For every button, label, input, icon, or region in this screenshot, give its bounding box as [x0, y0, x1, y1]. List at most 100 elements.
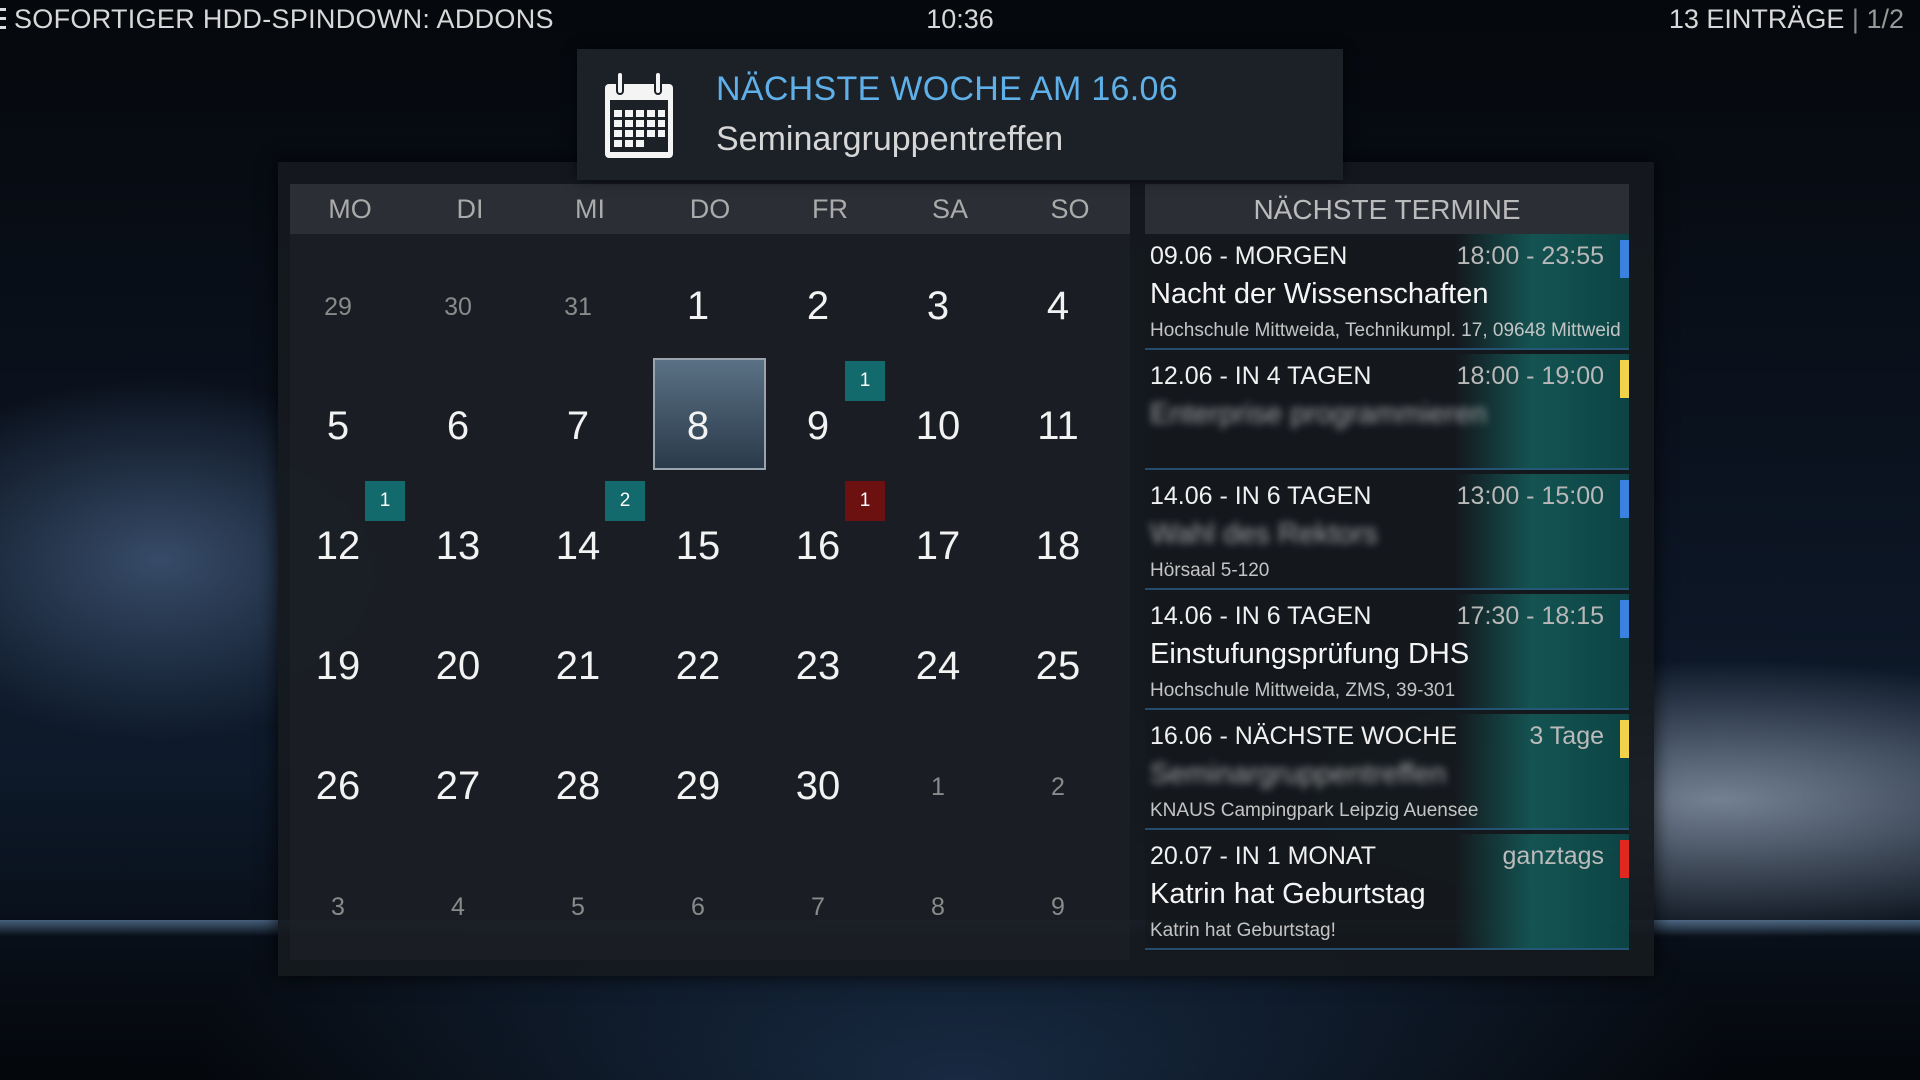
calendar-day[interactable]: 29	[278, 293, 398, 322]
calendar-day[interactable]: 29	[638, 764, 758, 809]
upcoming-header: NÄCHSTE TERMINE	[1145, 184, 1629, 234]
event-time: 17:30 - 18:15	[1456, 602, 1604, 630]
event-time: 18:00 - 23:55	[1456, 242, 1604, 270]
upcoming-title: NÄCHSTE TERMINE	[1253, 194, 1521, 225]
calendar-day[interactable]: 9	[758, 404, 878, 449]
calendar-day[interactable]: 10	[878, 404, 998, 449]
notification-text: Seminargruppentreffen	[716, 120, 1064, 158]
event-location: Hochschule Mittweida, ZMS, 39-301	[1150, 680, 1456, 701]
event-date: 12.06 - IN 4 TAGEN	[1150, 362, 1372, 390]
calendar-day[interactable]: 8	[878, 893, 998, 922]
calendar-day-selected[interactable]: 8	[638, 404, 758, 449]
calendar-day[interactable]: 26	[278, 764, 398, 809]
event-time: 18:00 - 19:00	[1456, 362, 1604, 390]
calendar-day[interactable]: 14	[518, 524, 638, 569]
calendar-day[interactable]: 20	[398, 644, 518, 689]
calendar-day[interactable]: 4	[998, 284, 1118, 329]
calendar-day[interactable]: 17	[878, 524, 998, 569]
calendar-day[interactable]: 13	[398, 524, 518, 569]
event-color-marker	[1620, 360, 1629, 398]
event-color-marker	[1620, 840, 1629, 878]
calendar-day[interactable]: 5	[278, 404, 398, 449]
calendar-day[interactable]: 6	[398, 404, 518, 449]
weekday-do: DO	[689, 194, 731, 224]
weekday-sa: SA	[931, 194, 969, 224]
event-count-badge: 1	[365, 481, 405, 521]
calendar-day[interactable]: 23	[758, 644, 878, 689]
calendar-day[interactable]: 16	[758, 524, 878, 569]
event-location: Hörsaal 5-120	[1150, 560, 1270, 581]
event-title-blurred: Wahl des Rektors	[1150, 518, 1378, 550]
event-item[interactable]: 20.07 - IN 1 MONAT ganztags Katrin hat G…	[1145, 834, 1629, 950]
weekday-header: MO DI MI DO FR SA SO	[290, 184, 1130, 234]
event-title-blurred: Seminargruppentreffen	[1150, 758, 1447, 790]
event-location: Hochschule Mittweida, Technikumpl. 17, 0…	[1150, 320, 1620, 341]
calendar-day[interactable]: 9	[998, 893, 1118, 922]
calendar-day[interactable]: 2	[998, 773, 1118, 802]
weekday-mo: MO	[328, 194, 372, 224]
event-color-marker	[1620, 600, 1629, 638]
calendar-day[interactable]: 7	[758, 893, 878, 922]
event-date: 14.06 - IN 6 TAGEN	[1150, 602, 1372, 630]
notification-title: NÄCHSTE WOCHE AM 16.06	[716, 70, 1178, 108]
event-location: Katrin hat Geburtstag!	[1150, 920, 1336, 941]
calendar-icon	[605, 71, 673, 158]
calendar-day[interactable]: 12	[278, 524, 398, 569]
event-duration: 3 Tage	[1529, 722, 1604, 750]
page-indicator: 1/2	[1866, 4, 1904, 34]
event-date: 09.06 - MORGEN	[1150, 242, 1348, 270]
calendar-day[interactable]: 6	[638, 893, 758, 922]
calendar-day[interactable]: 15	[638, 524, 758, 569]
event-date: 14.06 - IN 6 TAGEN	[1150, 482, 1372, 510]
calendar-day[interactable]: 2	[758, 284, 878, 329]
calendar-day[interactable]: 3	[878, 284, 998, 329]
event-count-badge: 1	[845, 481, 885, 521]
event-count-badge: 2	[605, 481, 645, 521]
event-title: Einstufungsprüfung DHS	[1150, 638, 1470, 670]
weekday-so: SO	[1050, 194, 1090, 224]
calendar-day[interactable]: 24	[878, 644, 998, 689]
calendar-day[interactable]: 30	[398, 293, 518, 322]
event-item[interactable]: 14.06 - IN 6 TAGEN 13:00 - 15:00 Wahl de…	[1145, 474, 1629, 590]
event-title-blurred: Enterprise programmieren	[1150, 398, 1487, 430]
event-count-badge: 1	[845, 361, 885, 401]
event-item[interactable]: 16.06 - NÄCHSTE WOCHE 3 Tage Seminargrup…	[1145, 714, 1629, 830]
top-bar: SOFORTIGER HDD-SPINDOWN: ADDONS 10:36 13…	[0, 0, 1920, 42]
entry-count: 13 EINTRÄGE | 1/2	[1669, 4, 1904, 35]
event-item[interactable]: 14.06 - IN 6 TAGEN 17:30 - 18:15 Einstuf…	[1145, 594, 1629, 710]
event-date: 20.07 - IN 1 MONAT	[1150, 842, 1376, 870]
calendar-day[interactable]: 4	[398, 893, 518, 922]
entry-count-label: 13 EINTRÄGE	[1668, 4, 1845, 34]
clock: 10:36	[926, 4, 994, 34]
calendar-day[interactable]: 27	[398, 764, 518, 809]
event-color-marker	[1620, 720, 1629, 758]
calendar-day[interactable]: 28	[518, 764, 638, 809]
weekday-fr: FR	[812, 194, 848, 224]
calendar-day[interactable]: 21	[518, 644, 638, 689]
calendar-day[interactable]: 11	[998, 404, 1118, 449]
weekday-di: DI	[456, 194, 484, 224]
event-color-marker	[1620, 480, 1629, 518]
calendar-day[interactable]: 3	[278, 893, 398, 922]
calendar-day[interactable]: 30	[758, 764, 878, 809]
calendar-day[interactable]: 5	[518, 893, 638, 922]
calendar-day[interactable]: 7	[518, 404, 638, 449]
event-title: Katrin hat Geburtstag	[1150, 878, 1426, 910]
weekday-mi: MI	[575, 194, 605, 224]
notification-popup	[577, 49, 1343, 180]
event-item[interactable]: 12.06 - IN 4 TAGEN 18:00 - 19:00 Enterpr…	[1145, 354, 1629, 470]
event-time: 13:00 - 15:00	[1456, 482, 1604, 510]
calendar-day[interactable]: 22	[638, 644, 758, 689]
calendar-day[interactable]: 18	[998, 524, 1118, 569]
calendar-day[interactable]: 1	[638, 284, 758, 329]
event-date: 16.06 - NÄCHSTE WOCHE	[1150, 722, 1458, 750]
calendar-day[interactable]: 31	[518, 293, 638, 322]
calendar-day[interactable]: 19	[278, 644, 398, 689]
event-location: KNAUS Campingpark Leipzig Auensee	[1150, 800, 1479, 821]
calendar-day[interactable]: 25	[998, 644, 1118, 689]
event-duration: ganztags	[1502, 842, 1604, 870]
event-item[interactable]: 09.06 - MORGEN 18:00 - 23:55 Nacht der W…	[1145, 234, 1629, 350]
event-title: Nacht der Wissenschaften	[1150, 278, 1489, 310]
event-color-marker	[1620, 240, 1629, 278]
calendar-day[interactable]: 1	[878, 773, 998, 802]
